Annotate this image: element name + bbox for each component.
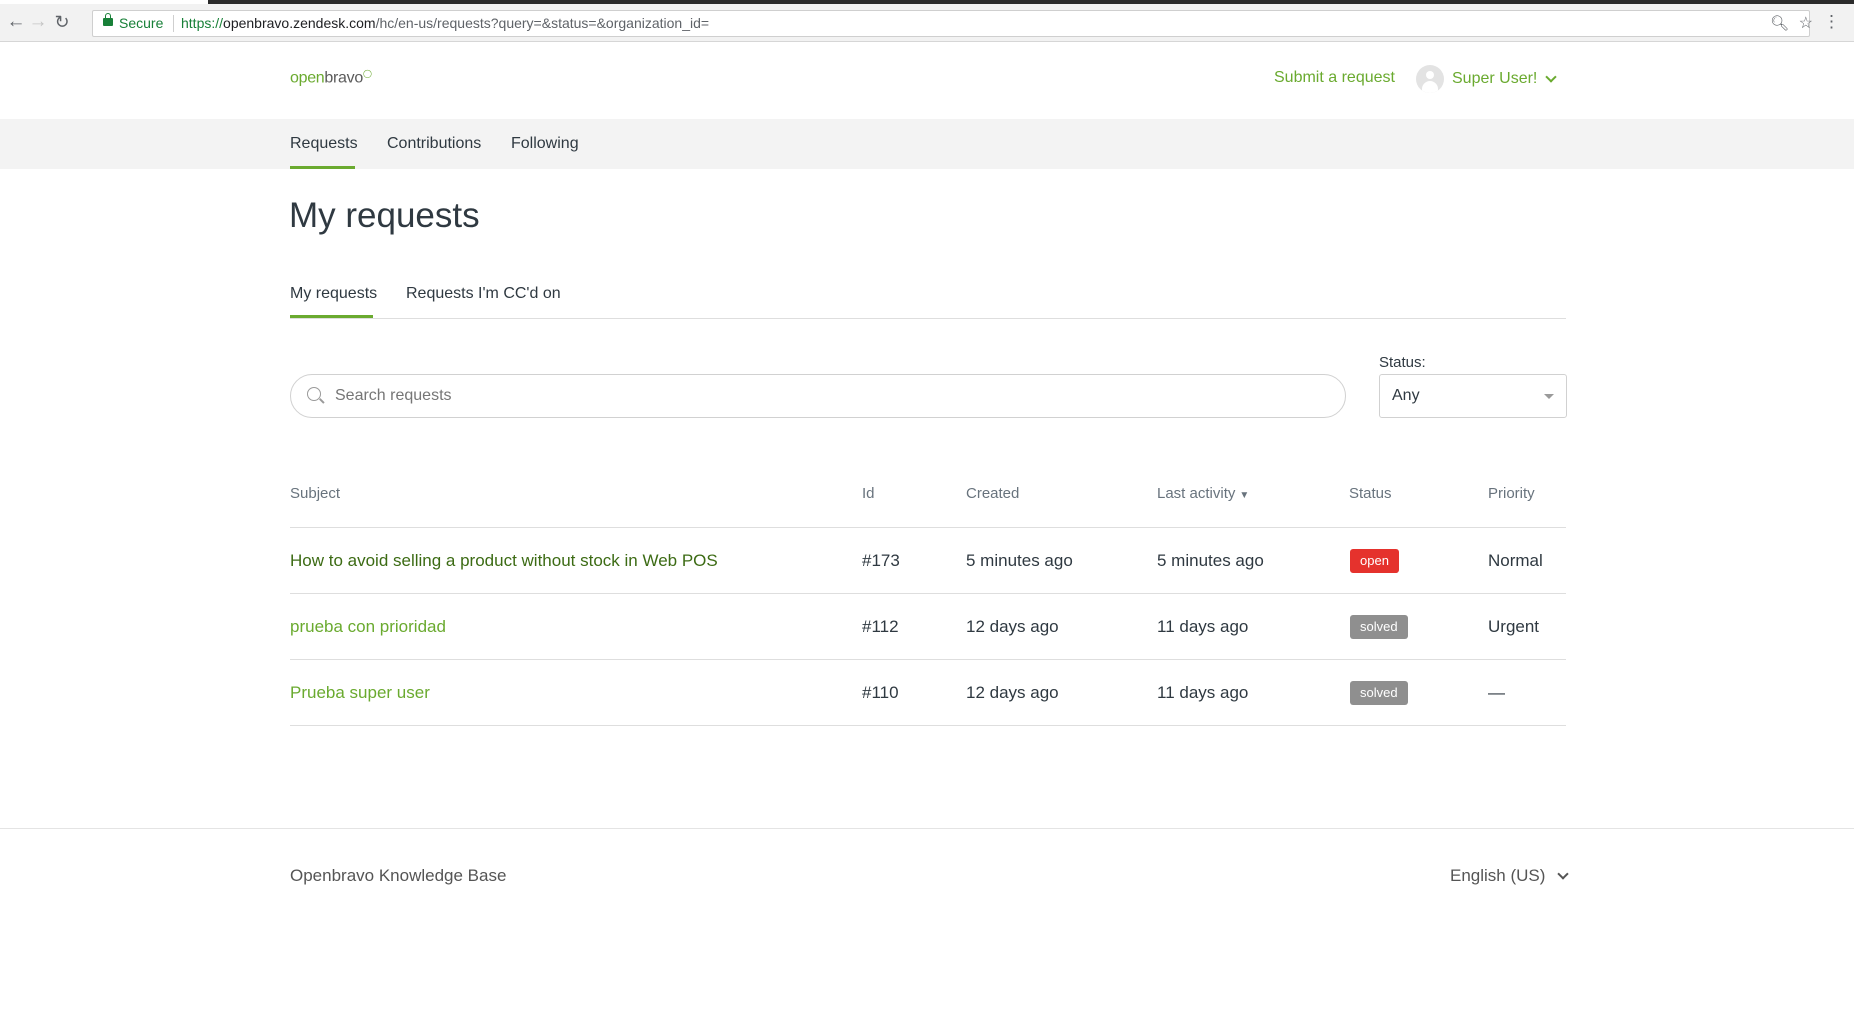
tab-my-requests[interactable]: My requests (290, 285, 377, 303)
language-label: English (US) (1450, 866, 1546, 885)
avatar (1416, 65, 1444, 93)
chevron-down-icon (1545, 71, 1558, 83)
logo-mark-icon: ◯ (362, 69, 372, 78)
reload-icon[interactable]: ↻ (50, 10, 74, 34)
request-subject-cell: How to avoid selling a product without s… (290, 551, 718, 571)
row-divider (290, 593, 1566, 594)
request-subject-link[interactable]: Prueba super user (290, 683, 430, 702)
request-subject-cell: prueba con prioridad (290, 617, 446, 637)
caret-down-icon (1544, 394, 1554, 399)
zoom-icon[interactable]: 🔍︎ (1770, 14, 1789, 32)
back-arrow-icon[interactable]: ← (4, 10, 28, 34)
subnav-following[interactable]: Following (511, 135, 579, 153)
openbravo-logo[interactable]: openbravo◯ (290, 69, 372, 87)
search-box (290, 374, 1346, 418)
subnav-active-indicator (290, 166, 355, 169)
request-priority: Normal (1488, 551, 1543, 570)
request-created: 12 days ago (966, 617, 1059, 636)
subnav-contributions[interactable]: Contributions (387, 135, 481, 153)
tab-cc-requests[interactable]: Requests I'm CC'd on (406, 285, 561, 303)
row-divider (290, 659, 1566, 660)
site-header: openbravo◯ Submit a request Super User! (0, 42, 1854, 119)
lock-icon (103, 13, 113, 26)
user-menu[interactable]: Super User! (1416, 64, 1558, 94)
column-header-priority[interactable]: Priority (1488, 485, 1535, 502)
request-created: 5 minutes ago (966, 551, 1073, 570)
request-id: #173 (862, 551, 900, 570)
tabs-divider (290, 318, 1566, 319)
search-icon (307, 387, 321, 401)
table-header-divider (290, 527, 1566, 528)
sub-navigation: Requests Contributions Following (0, 119, 1854, 169)
browser-toolbar: ← → ↻ Secure https://openbravo.zendesk.c… (0, 4, 1854, 42)
request-priority: — (1488, 683, 1505, 702)
url-text[interactable]: https://openbravo.zendesk.com/hc/en-us/r… (181, 15, 709, 31)
column-header-status[interactable]: Status (1349, 485, 1392, 502)
request-subject-link[interactable]: prueba con prioridad (290, 617, 446, 636)
request-last-activity: 5 minutes ago (1157, 551, 1264, 570)
browser-menu-icon[interactable]: ⋮ (1823, 13, 1840, 30)
request-last-activity: 11 days ago (1157, 683, 1249, 702)
status-badge: open (1350, 549, 1399, 573)
request-created: 12 days ago (966, 683, 1059, 702)
search-input[interactable] (335, 375, 1315, 417)
request-last-activity: 11 days ago (1157, 617, 1249, 636)
forward-arrow-icon[interactable]: → (26, 10, 50, 34)
language-selector[interactable]: English (US) (1450, 866, 1570, 886)
url-host: openbravo.zendesk.com (223, 15, 376, 31)
footer-divider (0, 828, 1854, 829)
sort-desc-icon: ▼ (1239, 490, 1250, 501)
submit-request-link[interactable]: Submit a request (1274, 69, 1395, 87)
request-id: #112 (862, 617, 899, 636)
request-id: #110 (862, 683, 899, 702)
logo-text-dark: bravo (324, 69, 363, 87)
column-header-id[interactable]: Id (862, 485, 875, 502)
last-activity-label: Last activity (1157, 485, 1236, 502)
status-badge: solved (1350, 681, 1408, 705)
status-filter-label: Status: (1379, 354, 1426, 371)
column-header-created[interactable]: Created (966, 485, 1019, 502)
page-title: My requests (289, 196, 480, 235)
url-separator (173, 15, 174, 32)
status-filter-select[interactable]: Any (1379, 374, 1567, 418)
secure-label: Secure (119, 15, 164, 31)
user-name: Super User! (1452, 70, 1538, 87)
status-badge: solved (1350, 615, 1408, 639)
request-priority: Urgent (1488, 617, 1540, 636)
column-header-subject[interactable]: Subject (290, 485, 340, 502)
row-divider (290, 725, 1566, 726)
address-bar[interactable]: Secure https://openbravo.zendesk.com/hc/… (92, 10, 1813, 37)
url-path: /hc/en-us/requests?query=&status=&organi… (375, 15, 710, 31)
footer-title[interactable]: Openbravo Knowledge Base (290, 866, 506, 886)
bookmark-star-icon[interactable]: ☆ (1799, 13, 1813, 33)
status-filter-value: Any (1392, 387, 1420, 404)
subnav-requests[interactable]: Requests (290, 135, 358, 153)
request-subject-cell: Prueba super user (290, 683, 430, 703)
request-subject-link[interactable]: How to avoid selling a product without s… (290, 551, 718, 570)
logo-text-green: open (290, 69, 325, 87)
url-protocol: https:// (181, 15, 224, 31)
chevron-down-icon (1557, 868, 1570, 880)
column-header-last-activity[interactable]: Last activity ▼ (1157, 485, 1249, 502)
